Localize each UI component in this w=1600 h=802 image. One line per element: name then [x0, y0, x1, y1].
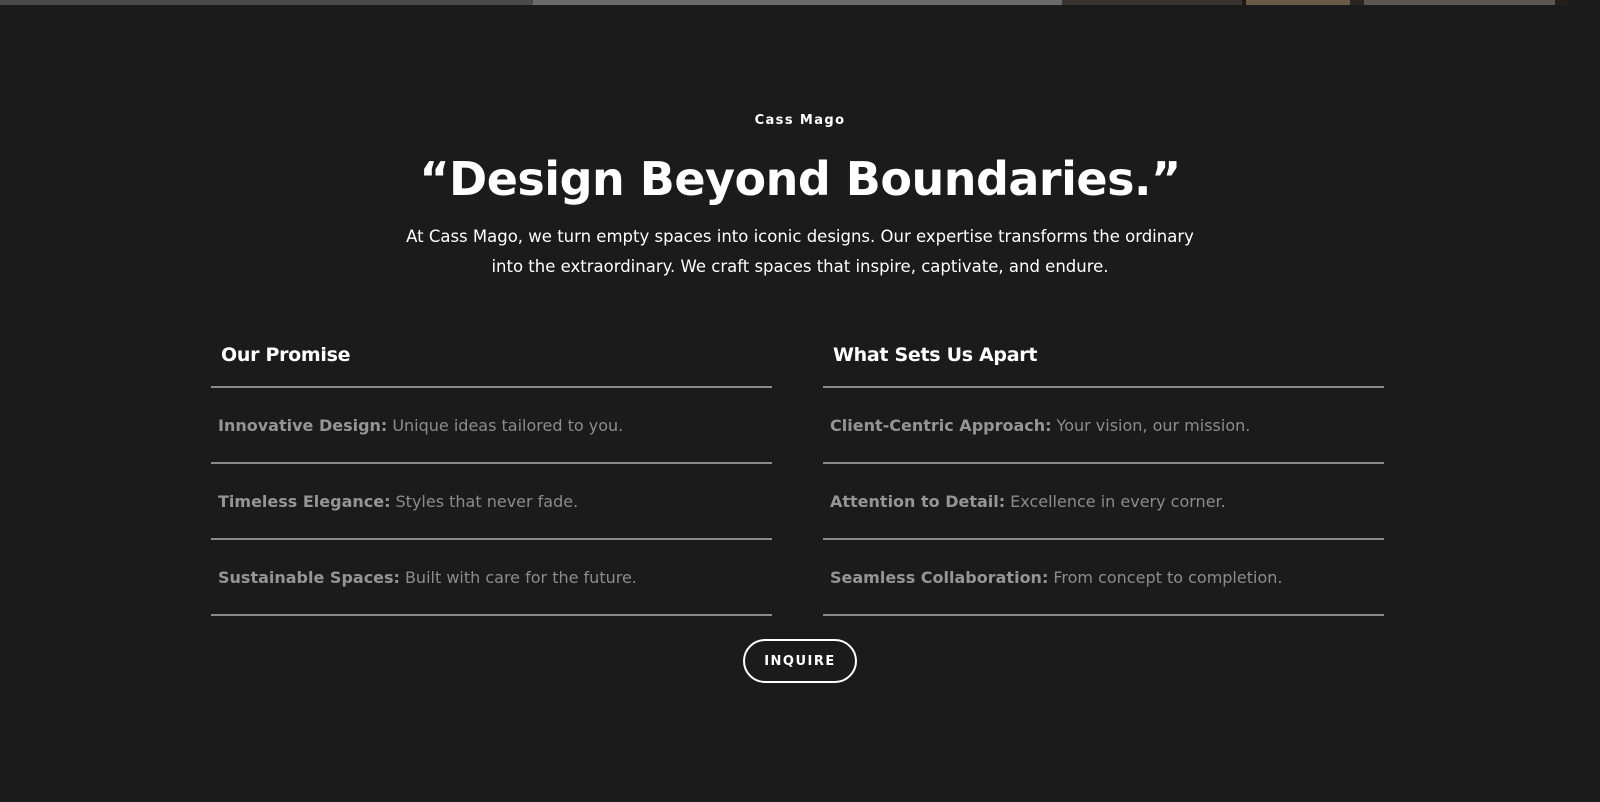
sets-apart-title: What Sets Us Apart	[823, 334, 1384, 388]
feature-term: Attention to Detail:	[830, 491, 1006, 511]
photo-fragment	[1364, 0, 1555, 5]
feature-description: Unique ideas tailored to you.	[392, 415, 624, 435]
sets-apart-item: Seamless Collaboration: From concept to …	[823, 540, 1384, 616]
promise-title: Our Promise	[211, 334, 772, 388]
feature-description: Your vision, our mission.	[1056, 415, 1251, 435]
feature-term: Sustainable Spaces:	[218, 567, 400, 587]
feature-term: Innovative Design:	[218, 415, 388, 435]
photo-fragment	[1062, 0, 1242, 5]
promise-item: Innovative Design: Unique ideas tailored…	[211, 388, 772, 464]
sets-apart-column: What Sets Us Apart Client-Centric Approa…	[823, 334, 1384, 616]
inquire-button[interactable]: INQUIRE	[743, 639, 857, 683]
feature-term: Seamless Collaboration:	[830, 567, 1049, 587]
photo-fragment	[1350, 0, 1364, 5]
intro-paragraph: At Cass Mago, we turn empty spaces into …	[406, 227, 1194, 276]
promise-column: Our Promise Innovative Design: Unique id…	[211, 334, 772, 616]
photo-fragment	[533, 0, 1062, 5]
feature-term: Timeless Elegance:	[218, 491, 391, 511]
feature-description: From concept to completion.	[1053, 567, 1283, 587]
promise-item: Timeless Elegance: Styles that never fad…	[211, 464, 772, 540]
feature-description: Styles that never fade.	[395, 491, 579, 511]
photo-fragment	[1555, 0, 1568, 5]
photo-fragment	[0, 0, 533, 5]
photo-fragment	[1246, 0, 1350, 5]
sets-apart-item: Attention to Detail: Excellence in every…	[823, 464, 1384, 540]
sets-apart-item: Client-Centric Approach: Your vision, ou…	[823, 388, 1384, 464]
feature-description: Excellence in every corner.	[1010, 491, 1226, 511]
feature-description: Built with care for the future.	[404, 567, 637, 587]
page-headline: “Design Beyond Boundaries.”	[419, 152, 1181, 206]
brand-eyebrow: Cass Mago	[754, 113, 846, 128]
scrollbar-thumb[interactable]	[1568, 0, 1600, 5]
top-image-strip	[0, 0, 1568, 5]
promise-item: Sustainable Spaces: Built with care for …	[211, 540, 772, 616]
feature-term: Client-Centric Approach:	[830, 415, 1052, 435]
